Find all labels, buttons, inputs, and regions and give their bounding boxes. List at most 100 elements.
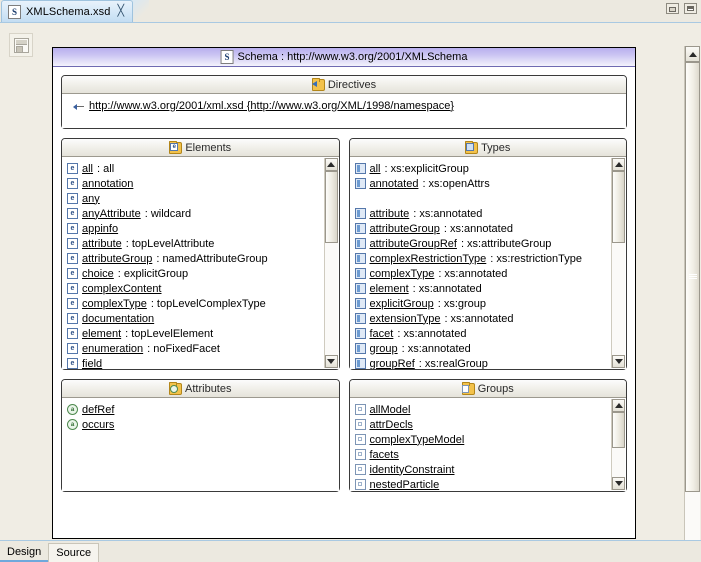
scroll-track[interactable] xyxy=(685,62,700,546)
list-item-name[interactable]: any xyxy=(82,193,100,205)
list-item-name[interactable]: complexType xyxy=(370,268,435,280)
editor-body: S Schema : http://www.w3.org/2001/XMLSch… xyxy=(0,22,701,562)
tab-design[interactable]: Design xyxy=(0,543,49,562)
list-item[interactable]: e attributeGroup : namedAttributeGroup xyxy=(67,251,339,266)
types-scrollbar[interactable] xyxy=(611,158,625,368)
list-item[interactable]: e enumeration : noFixedFacet xyxy=(67,341,339,356)
list-item[interactable]: group : xs:annotated xyxy=(354,341,627,356)
list-item[interactable]: e element : topLevelElement xyxy=(67,326,339,341)
list-item-name[interactable]: annotated xyxy=(370,178,419,190)
list-item[interactable]: nestedParticle xyxy=(354,477,627,491)
list-item-name[interactable]: attributeGroup xyxy=(82,253,152,265)
scroll-thumb[interactable] xyxy=(612,171,625,243)
list-item-name[interactable]: group xyxy=(370,343,398,355)
list-item[interactable]: attributeGroup : xs:annotated xyxy=(354,221,627,236)
list-item-name[interactable]: attribute xyxy=(82,238,122,250)
list-item[interactable]: complexTypeModel xyxy=(354,432,627,447)
list-item-name[interactable]: all xyxy=(82,163,93,175)
list-item[interactable]: a defRef xyxy=(67,402,339,417)
scroll-track[interactable] xyxy=(324,171,338,355)
list-item-name[interactable]: annotation xyxy=(82,178,133,190)
list-item[interactable]: groupRef : xs:realGroup xyxy=(354,356,627,370)
list-item[interactable]: a occurs xyxy=(67,417,339,432)
list-item-name[interactable]: appinfo xyxy=(82,223,118,235)
list-item-name[interactable]: explicitGroup xyxy=(370,298,434,310)
list-item[interactable]: e complexType : topLevelComplexType xyxy=(67,296,339,311)
maximize-icon[interactable] xyxy=(684,3,697,14)
list-item[interactable]: extensionType : xs:annotated xyxy=(354,311,627,326)
directive-link[interactable]: http://www.w3.org/2001/xml.xsd {http://w… xyxy=(89,100,454,112)
list-item-name[interactable]: defRef xyxy=(82,404,114,416)
list-item[interactable]: e attribute : topLevelAttribute xyxy=(67,236,339,251)
list-item[interactable]: attrDecls xyxy=(354,417,627,432)
scroll-track[interactable] xyxy=(612,171,625,355)
list-item-name[interactable]: attribute xyxy=(370,208,410,220)
list-item[interactable]: element : xs:annotated xyxy=(354,281,627,296)
list-item-name[interactable]: element xyxy=(82,328,121,340)
list-item[interactable]: identityConstraint xyxy=(354,462,627,477)
list-item[interactable]: complexType : xs:annotated xyxy=(354,266,627,281)
list-item-name[interactable]: complexContent xyxy=(82,283,162,295)
list-item[interactable]: http://www.w3.org/2001/xml.xsd {http://w… xyxy=(67,98,626,113)
list-item[interactable]: e all : all xyxy=(67,161,339,176)
scroll-down-button[interactable] xyxy=(612,355,625,368)
scroll-down-button[interactable] xyxy=(324,355,338,368)
palette-toggle-button[interactable] xyxy=(9,33,33,57)
scroll-down-button[interactable] xyxy=(612,477,625,490)
list-item-name[interactable]: attrDecls xyxy=(370,419,413,431)
list-item-name[interactable]: documentation xyxy=(82,313,154,325)
list-item[interactable]: e field xyxy=(67,356,339,369)
editor-tab-xmlschema[interactable]: S XMLSchema.xsd ╳ xyxy=(1,0,134,22)
list-item[interactable]: allModel xyxy=(354,402,627,417)
editor-vertical-scrollbar[interactable] xyxy=(684,46,700,562)
list-item-name[interactable]: element xyxy=(370,283,409,295)
tab-source[interactable]: Source xyxy=(48,543,100,562)
list-item-name[interactable]: facets xyxy=(370,449,399,461)
list-item[interactable]: complexRestrictionType : xs:restrictionT… xyxy=(354,251,627,266)
schema-icon: S xyxy=(220,50,234,64)
list-item-name[interactable]: enumeration xyxy=(82,343,143,355)
scroll-up-button[interactable] xyxy=(324,158,338,171)
list-item-name[interactable]: attributeGroupRef xyxy=(370,238,457,250)
list-item[interactable]: annotated : xs:openAttrs xyxy=(354,176,627,191)
list-item-name[interactable]: attributeGroup xyxy=(370,223,440,235)
minimize-icon[interactable] xyxy=(666,3,679,14)
list-item-name[interactable]: choice xyxy=(82,268,114,280)
scroll-up-button[interactable] xyxy=(685,46,700,62)
list-item[interactable]: facets xyxy=(354,447,627,462)
list-item[interactable]: facet : xs:annotated xyxy=(354,326,627,341)
list-item[interactable]: e complexContent xyxy=(67,281,339,296)
list-item[interactable]: e appinfo xyxy=(67,221,339,236)
list-item[interactable]: all : xs:explicitGroup xyxy=(354,161,627,176)
scroll-thumb[interactable] xyxy=(612,412,625,448)
list-item-name[interactable]: nestedParticle xyxy=(370,479,440,491)
close-icon[interactable]: ╳ xyxy=(117,6,124,17)
elements-scrollbar[interactable] xyxy=(323,158,338,368)
list-item[interactable]: e documentation xyxy=(67,311,339,326)
list-item[interactable]: e choice : explicitGroup xyxy=(67,266,339,281)
scroll-track[interactable] xyxy=(612,412,625,477)
list-item-name[interactable]: groupRef xyxy=(370,358,415,370)
list-item[interactable]: e anyAttribute : wildcard xyxy=(67,206,339,221)
list-item-name[interactable]: anyAttribute xyxy=(82,208,141,220)
scroll-thumb[interactable] xyxy=(324,171,338,243)
list-item[interactable]: attribute : xs:annotated xyxy=(354,206,627,221)
scroll-up-button[interactable] xyxy=(612,399,625,412)
list-item[interactable]: e annotation xyxy=(67,176,339,191)
list-item[interactable]: attributeGroupRef : xs:attributeGroup xyxy=(354,236,627,251)
list-item-name[interactable]: facet xyxy=(370,328,394,340)
list-item-name[interactable]: all xyxy=(370,163,381,175)
list-item-name[interactable]: allModel xyxy=(370,404,411,416)
groups-scrollbar[interactable] xyxy=(611,399,625,490)
list-item-name[interactable]: identityConstraint xyxy=(370,464,455,476)
list-item-name[interactable]: occurs xyxy=(82,419,114,431)
scroll-thumb[interactable] xyxy=(685,62,700,492)
list-item-name[interactable]: complexTypeModel xyxy=(370,434,465,446)
list-item-name[interactable]: complexType xyxy=(82,298,147,310)
list-item-name[interactable]: complexRestrictionType xyxy=(370,253,487,265)
list-item[interactable]: explicitGroup : xs:group xyxy=(354,296,627,311)
list-item-name[interactable]: field xyxy=(82,358,102,370)
list-item-name[interactable]: extensionType xyxy=(370,313,441,325)
list-item[interactable]: e any xyxy=(67,191,339,206)
scroll-up-button[interactable] xyxy=(612,158,625,171)
